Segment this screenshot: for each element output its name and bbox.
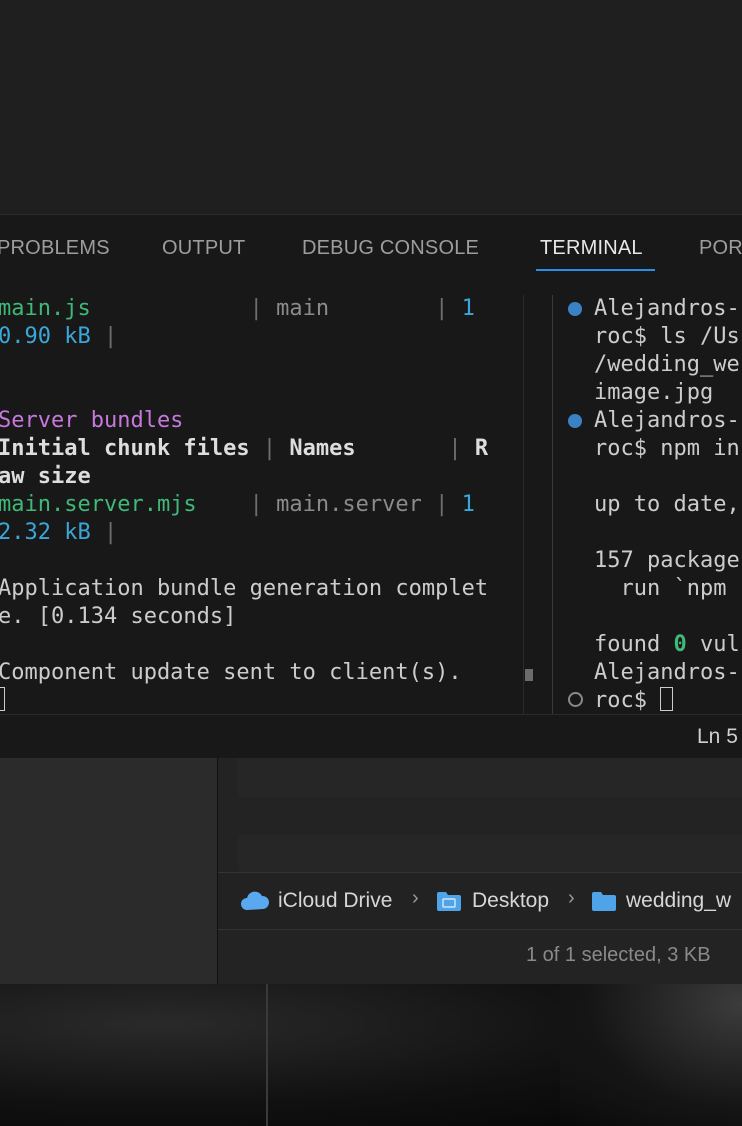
tab-terminal[interactable]: TERMINAL — [540, 237, 643, 260]
scrollbar-thumb[interactable] — [525, 669, 533, 681]
breadcrumb-folder[interactable]: wedding_w — [626, 889, 731, 913]
desktop-folder-icon — [437, 892, 461, 911]
command-success-icon[interactable] — [568, 414, 582, 428]
chevron-right-icon: › — [412, 887, 419, 909]
terminal-cursor — [660, 687, 674, 711]
size-digit: 1 — [461, 296, 475, 321]
header-raw-cont: aw size — [0, 464, 91, 489]
cursor-position[interactable]: Ln 5 — [697, 725, 738, 749]
header-raw: R — [474, 436, 489, 461]
breadcrumb-desktop[interactable]: Desktop — [472, 889, 549, 913]
icloud-icon — [241, 891, 270, 910]
vulnerability-count: 0 — [673, 632, 687, 657]
breadcrumb-icloud[interactable]: iCloud Drive — [278, 889, 392, 913]
panel-tabs: PROBLEMS OUTPUT DEBUG CONSOLE TERMINAL P… — [0, 215, 742, 275]
prompt-line: Alejandros- — [594, 408, 740, 433]
path-bar: iCloud Drive › Desktop › wedding_w — [218, 872, 742, 930]
desktop-background — [0, 984, 742, 1126]
file-main-js: main.js — [0, 296, 91, 321]
status-bar: Ln 5 — [0, 714, 742, 759]
bundle-complete-line2: e. [0.134 seconds] — [0, 604, 237, 629]
command-success-icon[interactable] — [568, 302, 582, 316]
tab-output[interactable]: OUTPUT — [162, 237, 245, 260]
file-main-server: main.server.mjs — [0, 492, 197, 517]
output-text: vul — [686, 632, 740, 657]
size-main-server: 2.32 kB — [0, 520, 91, 545]
terminal-left[interactable]: main.js | main | 1 0.90 kB | Server bund… — [0, 295, 520, 715]
terminal-right[interactable]: Alejandros- roc$ ls /Us /wedding_we imag… — [553, 295, 742, 715]
component-update-line: Component update sent to client(s). — [0, 660, 462, 685]
name-main: main — [276, 296, 330, 321]
terminal-cursor — [0, 687, 5, 711]
server-bundles-heading: Server bundles — [0, 408, 184, 433]
bottom-panel: PROBLEMS OUTPUT DEBUG CONSOLE TERMINAL P… — [0, 214, 742, 715]
file-row[interactable] — [238, 758, 742, 798]
output-line: image.jpg — [594, 380, 714, 405]
output-line: run `npm — [594, 576, 727, 601]
tab-ports[interactable]: POR — [699, 237, 742, 260]
scrollbar-track[interactable] — [523, 295, 524, 715]
editor-area — [0, 0, 742, 214]
prompt-line: Alejandros- — [594, 660, 740, 685]
file-row[interactable] — [238, 834, 742, 874]
selection-status: 1 of 1 selected, 3 KB — [526, 944, 711, 966]
bundle-complete-line1: Application bundle generation complet — [0, 576, 489, 601]
command-pending-icon[interactable] — [568, 692, 583, 707]
finder-window: iCloud Drive › Desktop › wedding_w 1 of … — [218, 758, 742, 984]
size-main: 0.90 kB — [0, 324, 91, 349]
tab-problems[interactable]: PROBLEMS — [0, 237, 110, 260]
name-main-server: main.server — [276, 492, 422, 517]
size-digit: 1 — [461, 492, 475, 517]
active-tab-indicator — [536, 269, 655, 271]
command-line: roc$ ls /Us — [594, 324, 740, 349]
tab-debug-console[interactable]: DEBUG CONSOLE — [302, 237, 479, 260]
desktop-divider — [266, 984, 268, 1126]
finder-sidebar — [0, 758, 218, 984]
desktop-glow — [560, 984, 742, 1126]
folder-icon — [592, 892, 616, 911]
chevron-right-icon: › — [568, 887, 575, 909]
output-text: found — [594, 632, 674, 657]
prompt-text: roc$ — [594, 688, 661, 713]
header-files: Initial chunk files — [0, 436, 250, 461]
output-line: 157 package — [594, 548, 740, 573]
command-line: roc$ npm in — [594, 436, 740, 461]
output-line: /wedding_we — [594, 352, 740, 377]
header-names: Names — [289, 436, 356, 461]
output-line: up to date, — [594, 492, 740, 517]
prompt-line: Alejandros- — [594, 296, 740, 321]
